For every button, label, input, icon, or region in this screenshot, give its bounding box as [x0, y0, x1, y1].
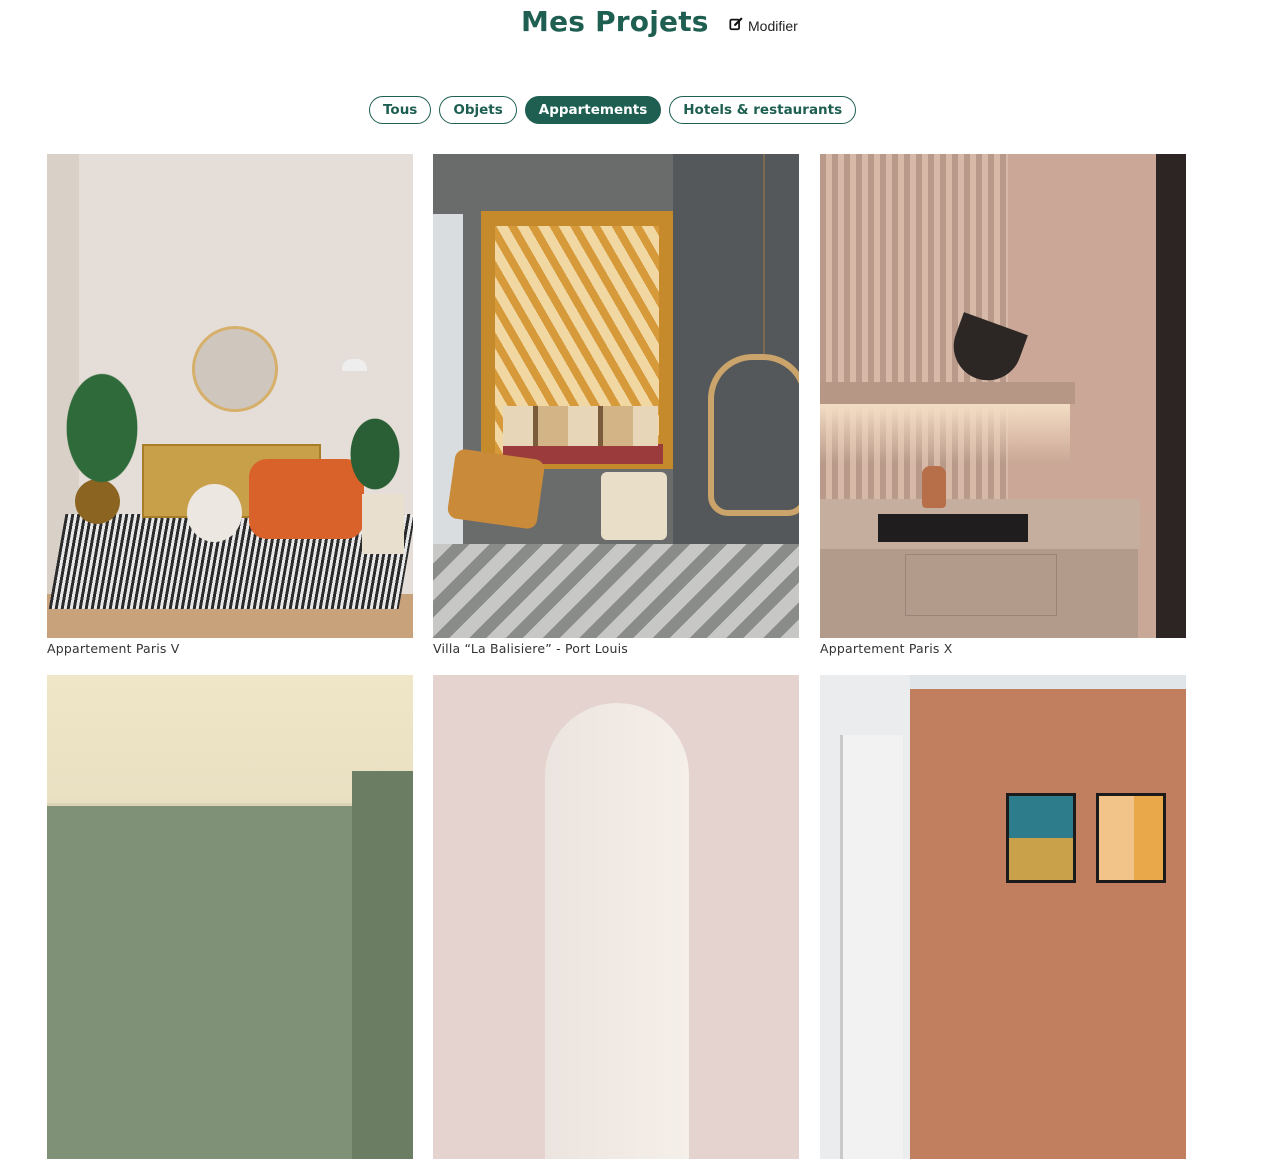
- filter-chip-objets[interactable]: Objets: [439, 96, 517, 124]
- filter-chip-appartements[interactable]: Appartements: [524, 96, 662, 124]
- edit-button[interactable]: Modifier: [729, 17, 798, 34]
- project-image-villa-balisiere[interactable]: [433, 154, 799, 638]
- page-header: Mes Projets Modifier: [0, 0, 1263, 50]
- project-image-paris-v[interactable]: [47, 154, 413, 638]
- project-card-villa-balisiere[interactable]: Villa “La Balisiere” - Port Louis: [433, 154, 799, 656]
- project-card-paris-v[interactable]: Appartement Paris V: [47, 154, 413, 656]
- project-image-5[interactable]: [433, 675, 799, 1159]
- project-caption[interactable]: Appartement Paris V: [47, 641, 413, 656]
- project-caption[interactable]: Villa “La Balisiere” - Port Louis: [433, 641, 799, 656]
- project-card-paris-x[interactable]: Appartement Paris X: [820, 154, 1186, 656]
- filter-chip-hotels-restaurants[interactable]: Hotels & restaurants: [669, 96, 857, 124]
- filter-chip-tous[interactable]: Tous: [369, 96, 432, 124]
- project-image-4[interactable]: [47, 675, 413, 1159]
- project-image-6[interactable]: [820, 675, 1186, 1159]
- project-card-6[interactable]: [820, 675, 1186, 1162]
- edit-icon: [729, 17, 743, 34]
- page-title: Mes Projets: [521, 5, 709, 38]
- project-card-4[interactable]: [47, 675, 413, 1162]
- category-filters: Tous Objets Appartements Hotels & restau…: [369, 96, 857, 124]
- edit-label: Modifier: [748, 17, 798, 34]
- project-card-5[interactable]: [433, 675, 799, 1162]
- project-image-paris-x[interactable]: [820, 154, 1186, 638]
- project-caption[interactable]: Appartement Paris X: [820, 641, 1186, 656]
